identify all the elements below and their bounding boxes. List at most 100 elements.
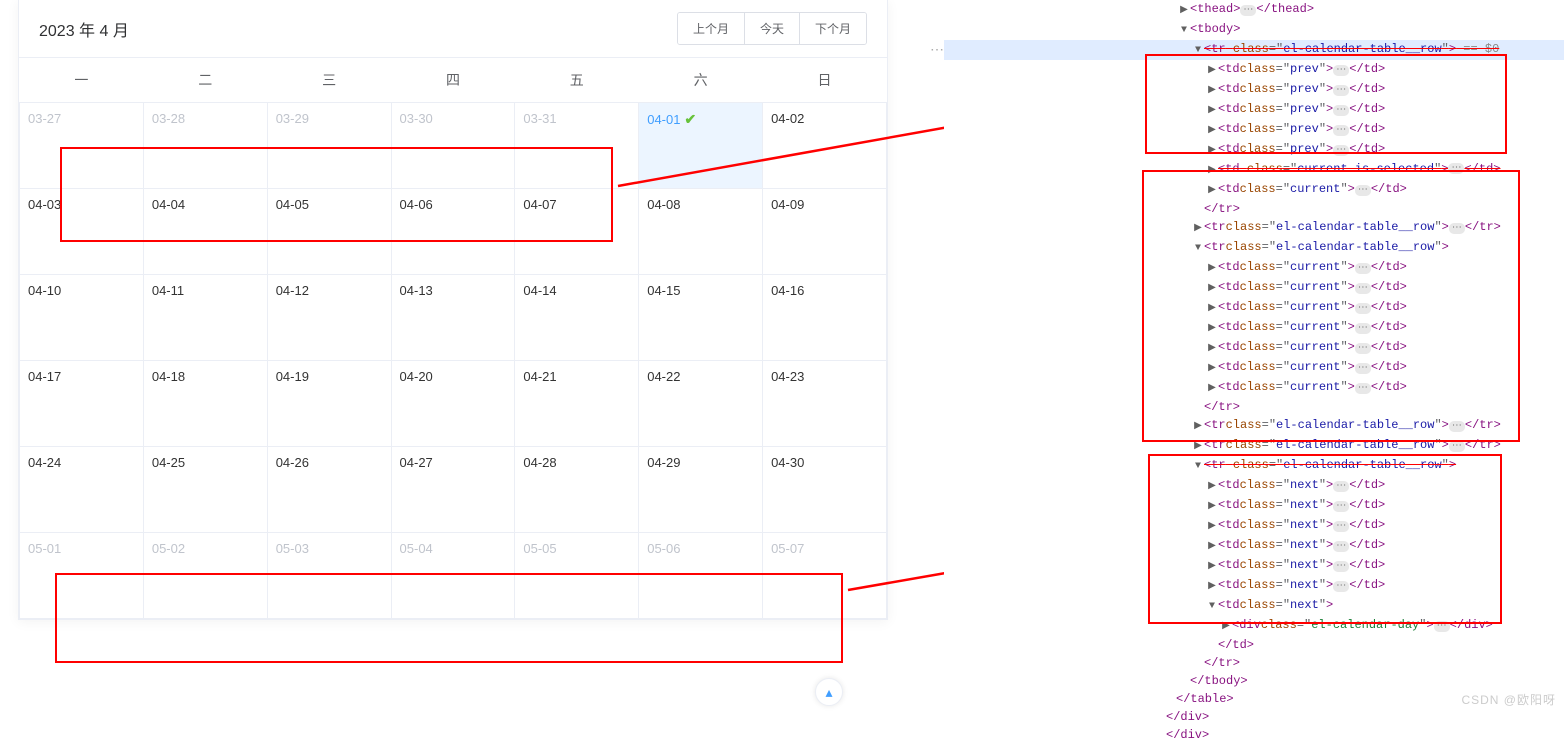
dom-tree-line[interactable]: ▶<tr class="el-calendar-table__row">⋯</t… (944, 436, 1564, 456)
expand-caret-icon[interactable]: ▶ (1206, 182, 1218, 200)
calendar-cell[interactable]: 04-24 (20, 447, 144, 533)
dom-tree-line[interactable]: </tr> (944, 398, 1564, 416)
calendar-cell[interactable]: 04-21 (515, 361, 639, 447)
dom-tree-line[interactable]: ▶<td class="prev">⋯</td> (944, 80, 1564, 100)
expand-caret-icon[interactable]: ▶ (1206, 360, 1218, 378)
calendar-cell[interactable]: 03-27 (20, 103, 144, 189)
devtools-elements-panel[interactable]: ⋯ ▶<thead>⋯</thead>▼<tbody>▼<tr class="e… (944, 0, 1564, 712)
dom-tree-line[interactable]: ▶<td class="current">⋯</td> (944, 298, 1564, 318)
dom-tree-line[interactable]: ▼<tbody> (944, 20, 1564, 40)
expand-caret-icon[interactable]: ▶ (1206, 260, 1218, 278)
calendar-cell[interactable]: 04-18 (143, 361, 267, 447)
dom-tree-line[interactable]: </tbody> (944, 672, 1564, 690)
calendar-cell[interactable]: 04-01✔ (639, 103, 763, 189)
dom-tree-line[interactable]: ▶<td class="current">⋯</td> (944, 278, 1564, 298)
calendar-cell[interactable]: 04-07 (515, 189, 639, 275)
calendar-cell[interactable]: 04-08 (639, 189, 763, 275)
expand-caret-icon[interactable]: ▶ (1220, 618, 1232, 636)
dom-tree-line[interactable]: ▶<td class="next">⋯</td> (944, 556, 1564, 576)
dom-tree-line[interactable]: ▶<td class="prev">⋯</td> (944, 100, 1564, 120)
dom-tree-line[interactable]: ▶<td class="current">⋯</td> (944, 378, 1564, 398)
calendar-cell[interactable]: 04-12 (267, 275, 391, 361)
dom-tree-line[interactable]: ▼<tr class="el-calendar-table__row"> (944, 238, 1564, 258)
expand-caret-icon[interactable]: ▶ (1206, 122, 1218, 140)
dom-tree-line[interactable]: ▶<td class="prev">⋯</td> (944, 140, 1564, 160)
expand-caret-icon[interactable]: ▶ (1206, 142, 1218, 160)
calendar-cell[interactable]: 04-04 (143, 189, 267, 275)
calendar-cell[interactable]: 04-14 (515, 275, 639, 361)
dom-tree-line[interactable]: ▶<div class="el-calendar-day">⋯</div> (944, 616, 1564, 636)
expand-caret-icon[interactable]: ▶ (1206, 518, 1218, 536)
calendar-cell[interactable]: 03-29 (267, 103, 391, 189)
dom-tree-line[interactable]: ▼<tr class="el-calendar-table__row"> == … (944, 40, 1564, 60)
dom-tree-line[interactable]: ▶<td class="current">⋯</td> (944, 358, 1564, 378)
expand-caret-icon[interactable]: ▶ (1192, 438, 1204, 456)
dom-tree-line[interactable]: ▶<td class="current is-selected">⋯</td> (944, 160, 1564, 180)
dom-tree-line[interactable]: ▶<td class="current">⋯</td> (944, 180, 1564, 200)
calendar-cell[interactable]: 04-19 (267, 361, 391, 447)
calendar-cell[interactable]: 05-05 (515, 533, 639, 619)
expand-caret-icon[interactable]: ▶ (1206, 558, 1218, 576)
dom-tree-line[interactable]: ▶<thead>⋯</thead> (944, 0, 1564, 20)
calendar-cell[interactable]: 04-05 (267, 189, 391, 275)
dom-tree-line[interactable]: ▶<td class="next">⋯</td> (944, 496, 1564, 516)
calendar-cell[interactable]: 03-30 (391, 103, 515, 189)
dom-tree-line[interactable]: </td> (944, 636, 1564, 654)
calendar-cell[interactable]: 04-16 (763, 275, 887, 361)
calendar-cell[interactable]: 04-22 (639, 361, 763, 447)
calendar-cell[interactable]: 04-28 (515, 447, 639, 533)
expand-caret-icon[interactable]: ▶ (1206, 478, 1218, 496)
calendar-cell[interactable]: 05-02 (143, 533, 267, 619)
calendar-cell[interactable]: 04-30 (763, 447, 887, 533)
expand-caret-icon[interactable]: ▶ (1178, 2, 1190, 20)
prev-month-button[interactable]: 上个月 (678, 13, 745, 44)
calendar-cell[interactable]: 04-03 (20, 189, 144, 275)
collapse-caret-icon[interactable]: ▼ (1192, 240, 1204, 258)
expand-caret-icon[interactable]: ▶ (1206, 280, 1218, 298)
expand-caret-icon[interactable]: ▶ (1206, 102, 1218, 120)
calendar-cell[interactable]: 04-17 (20, 361, 144, 447)
calendar-cell[interactable]: 04-20 (391, 361, 515, 447)
collapse-caret-icon[interactable]: ▼ (1178, 22, 1190, 40)
expand-caret-icon[interactable]: ▶ (1206, 62, 1218, 80)
dom-tree-line[interactable]: ▼<tr class="el-calendar-table__row"> (944, 456, 1564, 476)
calendar-cell[interactable]: 04-26 (267, 447, 391, 533)
calendar-cell[interactable]: 03-28 (143, 103, 267, 189)
dom-tree-line[interactable]: ▶<td class="prev">⋯</td> (944, 120, 1564, 140)
dom-tree-line[interactable]: ▶<td class="next">⋯</td> (944, 476, 1564, 496)
expand-caret-icon[interactable]: ▶ (1206, 380, 1218, 398)
dom-tree-line[interactable]: </div> (944, 708, 1564, 726)
calendar-cell[interactable]: 04-06 (391, 189, 515, 275)
dom-tree-line[interactable]: ▶<td class="next">⋯</td> (944, 516, 1564, 536)
dom-tree-line[interactable]: ▶<td class="current">⋯</td> (944, 258, 1564, 278)
scroll-top-button[interactable]: ▴ (815, 678, 843, 706)
collapse-caret-icon[interactable]: ▼ (1192, 458, 1204, 476)
dom-tree-line[interactable]: </div> (944, 726, 1564, 744)
expand-caret-icon[interactable]: ▶ (1206, 340, 1218, 358)
dom-tree-line[interactable]: </tr> (944, 200, 1564, 218)
collapse-caret-icon[interactable]: ▼ (1192, 42, 1204, 60)
expand-caret-icon[interactable]: ▶ (1206, 82, 1218, 100)
calendar-cell[interactable]: 05-06 (639, 533, 763, 619)
next-month-button[interactable]: 下个月 (800, 13, 866, 44)
calendar-cell[interactable]: 03-31 (515, 103, 639, 189)
expand-caret-icon[interactable]: ▶ (1192, 418, 1204, 436)
calendar-cell[interactable]: 05-03 (267, 533, 391, 619)
calendar-cell[interactable]: 05-04 (391, 533, 515, 619)
dom-tree-line[interactable]: ▶<td class="prev">⋯</td> (944, 60, 1564, 80)
dom-tree-line[interactable]: ▶<td class="current">⋯</td> (944, 318, 1564, 338)
expand-caret-icon[interactable]: ▶ (1192, 220, 1204, 238)
calendar-cell[interactable]: 04-10 (20, 275, 144, 361)
dom-tree-line[interactable]: ▶<td class="next">⋯</td> (944, 576, 1564, 596)
today-button[interactable]: 今天 (745, 13, 800, 44)
dom-tree-line[interactable]: ▼<td class="next"> (944, 596, 1564, 616)
calendar-cell[interactable]: 04-29 (639, 447, 763, 533)
calendar-cell[interactable]: 04-13 (391, 275, 515, 361)
calendar-cell[interactable]: 04-09 (763, 189, 887, 275)
calendar-cell[interactable]: 04-27 (391, 447, 515, 533)
calendar-cell[interactable]: 04-25 (143, 447, 267, 533)
calendar-cell[interactable]: 04-02 (763, 103, 887, 189)
expand-caret-icon[interactable]: ▶ (1206, 538, 1218, 556)
expand-caret-icon[interactable]: ▶ (1206, 162, 1218, 180)
calendar-cell[interactable]: 05-07 (763, 533, 887, 619)
